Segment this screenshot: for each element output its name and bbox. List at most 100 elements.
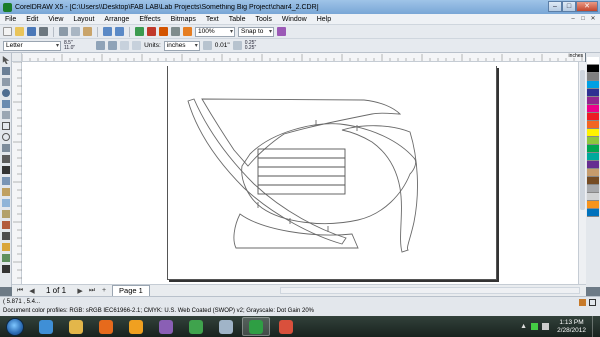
fill-indicator-icon[interactable] <box>579 299 586 306</box>
right-crescent-part[interactable] <box>341 125 418 253</box>
doc-restore-button[interactable]: □ <box>579 15 587 23</box>
color-swatch[interactable] <box>587 169 599 177</box>
freehand-tool-icon[interactable] <box>2 100 10 108</box>
crop-tool-icon[interactable] <box>2 78 10 86</box>
new-document-icon[interactable] <box>3 27 12 36</box>
taskbar-app[interactable] <box>32 317 60 336</box>
menu-window[interactable]: Window <box>277 14 312 25</box>
menu-file[interactable]: File <box>0 14 21 25</box>
save-icon[interactable] <box>27 27 36 36</box>
show-desktop-button[interactable] <box>592 316 600 337</box>
portrait-icon[interactable] <box>96 41 106 50</box>
open-folder-icon[interactable] <box>15 27 24 36</box>
taskbar-app[interactable] <box>272 317 300 336</box>
polygon-tool-icon[interactable] <box>2 144 10 152</box>
last-page-button[interactable]: ⏭ <box>88 287 96 295</box>
chair-drawing[interactable] <box>22 62 578 284</box>
doc-minimize-button[interactable]: – <box>569 15 577 23</box>
color-swatch[interactable] <box>587 153 599 161</box>
color-swatch[interactable] <box>587 177 599 185</box>
options-icon[interactable] <box>277 27 286 36</box>
interactive-fill-tool-icon[interactable] <box>2 254 10 262</box>
outline-tool-icon[interactable] <box>2 232 10 240</box>
menu-text[interactable]: Text <box>201 14 224 25</box>
taskbar-app[interactable] <box>212 317 240 336</box>
menu-effects[interactable]: Effects <box>134 14 165 25</box>
smart-fill-tool-icon[interactable] <box>2 111 10 119</box>
color-swatch[interactable] <box>587 209 599 217</box>
print-icon[interactable] <box>39 27 48 36</box>
color-swatch[interactable] <box>587 137 599 145</box>
volume-icon[interactable] <box>542 323 550 330</box>
color-swatch[interactable] <box>587 201 599 209</box>
color-swatch[interactable] <box>587 145 599 153</box>
vertical-ruler[interactable] <box>12 61 22 284</box>
current-page-icon[interactable] <box>132 41 142 50</box>
close-button[interactable]: ✕ <box>576 1 598 12</box>
eyedropper-tool-icon[interactable] <box>2 221 10 229</box>
outline-indicator-icon[interactable] <box>589 299 596 306</box>
minimize-button[interactable]: – <box>548 1 562 12</box>
cut-icon[interactable] <box>59 27 68 36</box>
taskbar-app[interactable] <box>242 317 270 336</box>
rectangle-tool-icon[interactable] <box>2 122 10 130</box>
prev-page-button[interactable]: ◀ <box>28 287 36 295</box>
taskbar-app[interactable] <box>92 317 120 336</box>
all-pages-icon[interactable] <box>120 41 130 50</box>
color-swatch[interactable] <box>587 89 599 97</box>
pick-tool-icon[interactable] <box>2 56 10 64</box>
top-back-part[interactable] <box>201 98 402 167</box>
export-icon[interactable] <box>147 27 156 36</box>
color-swatch[interactable] <box>587 65 599 73</box>
fill-tool-icon[interactable] <box>2 243 10 251</box>
welcome-screen-icon[interactable] <box>183 27 192 36</box>
maximize-button[interactable]: □ <box>562 1 576 12</box>
ruler-origin[interactable] <box>12 53 22 62</box>
ellipse-tool-icon[interactable] <box>2 133 10 141</box>
menu-edit[interactable]: Edit <box>21 14 43 25</box>
ring-part[interactable] <box>241 123 417 224</box>
clock[interactable]: 1:13 PM 2/28/2012 <box>557 319 586 335</box>
taskbar-app[interactable] <box>62 317 90 336</box>
horizontal-scrollbar[interactable] <box>280 287 580 294</box>
dimension-tool-icon[interactable] <box>2 188 10 196</box>
slat-panel[interactable] <box>257 148 346 195</box>
color-profile-info[interactable]: Document color profiles: RGB: sRGB IEC61… <box>3 308 314 314</box>
tray-expand-icon[interactable]: ▲ <box>520 323 527 330</box>
import-icon[interactable] <box>135 27 144 36</box>
menu-view[interactable]: View <box>43 14 68 25</box>
network-icon[interactable] <box>531 323 539 330</box>
color-swatch[interactable] <box>587 73 599 81</box>
blend-tool-icon[interactable] <box>2 210 10 218</box>
duplicate-y-field[interactable]: 0.25" <box>245 45 257 51</box>
color-swatch[interactable] <box>587 113 599 121</box>
coreldraw-app-icon[interactable] <box>3 2 12 12</box>
basic-shapes-tool-icon[interactable] <box>2 155 10 163</box>
page-size-dropdown[interactable]: Letter <box>3 40 61 51</box>
page-height-field[interactable]: 11.0" <box>64 45 75 51</box>
start-button[interactable] <box>6 317 24 336</box>
first-page-button[interactable]: ⏮ <box>16 287 24 295</box>
redo-icon[interactable] <box>115 27 124 36</box>
vertical-scroll-thumb[interactable] <box>580 70 585 210</box>
left-crescent-part[interactable] <box>187 98 347 245</box>
color-swatch[interactable] <box>587 121 599 129</box>
nudge-distance-field[interactable]: 0.01" <box>215 42 230 49</box>
color-swatch[interactable] <box>587 81 599 89</box>
color-swatch[interactable] <box>587 185 599 193</box>
menu-layout[interactable]: Layout <box>68 14 99 25</box>
menu-arrange[interactable]: Arrange <box>99 14 134 25</box>
undo-icon[interactable] <box>103 27 112 36</box>
color-swatch[interactable] <box>587 161 599 169</box>
text-tool-icon[interactable] <box>2 166 10 174</box>
color-swatch[interactable] <box>587 193 599 201</box>
taskbar-app[interactable] <box>152 317 180 336</box>
snap-to-dropdown[interactable]: Snap to <box>238 26 274 37</box>
next-page-button[interactable]: ▶ <box>76 287 84 295</box>
menu-bitmaps[interactable]: Bitmaps <box>166 14 201 25</box>
taskbar-app[interactable] <box>122 317 150 336</box>
color-swatch[interactable] <box>587 97 599 105</box>
shape-tool-icon[interactable] <box>2 67 10 75</box>
color-swatch[interactable] <box>587 57 599 65</box>
paste-icon[interactable] <box>83 27 92 36</box>
